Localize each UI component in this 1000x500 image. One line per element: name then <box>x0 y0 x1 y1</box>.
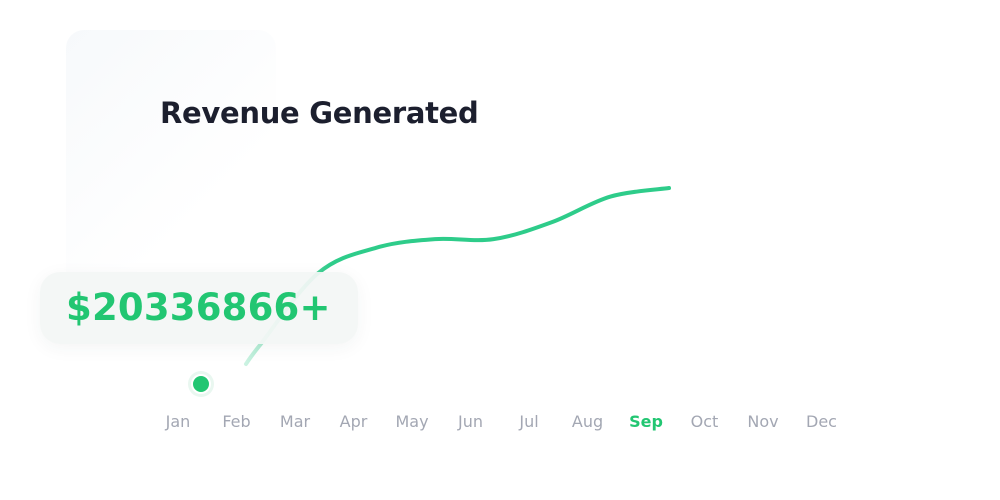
month-label-dec: Dec <box>806 412 837 431</box>
month-label-jun: Jun <box>457 412 483 431</box>
revenue-total-badge: $20336866+ <box>40 272 358 344</box>
month-label-nov: Nov <box>747 412 778 431</box>
month-label-jul: Jul <box>518 412 538 431</box>
month-label-mar: Mar <box>280 412 311 431</box>
month-label-aug: Aug <box>572 412 603 431</box>
month-label-sep: Sep <box>629 412 663 431</box>
month-label-feb: Feb <box>222 412 250 431</box>
data-point-jan <box>191 374 211 394</box>
month-label-apr: Apr <box>340 412 368 431</box>
month-label-jan: Jan <box>165 412 191 431</box>
month-label-oct: Oct <box>691 412 719 431</box>
revenue-line-chart: Jan Feb Mar Apr May Jun Jul Aug Sep Oct Nov Dec <box>165 186 837 431</box>
revenue-total-value: $20336866+ <box>66 286 331 329</box>
month-label-may: May <box>395 412 428 431</box>
